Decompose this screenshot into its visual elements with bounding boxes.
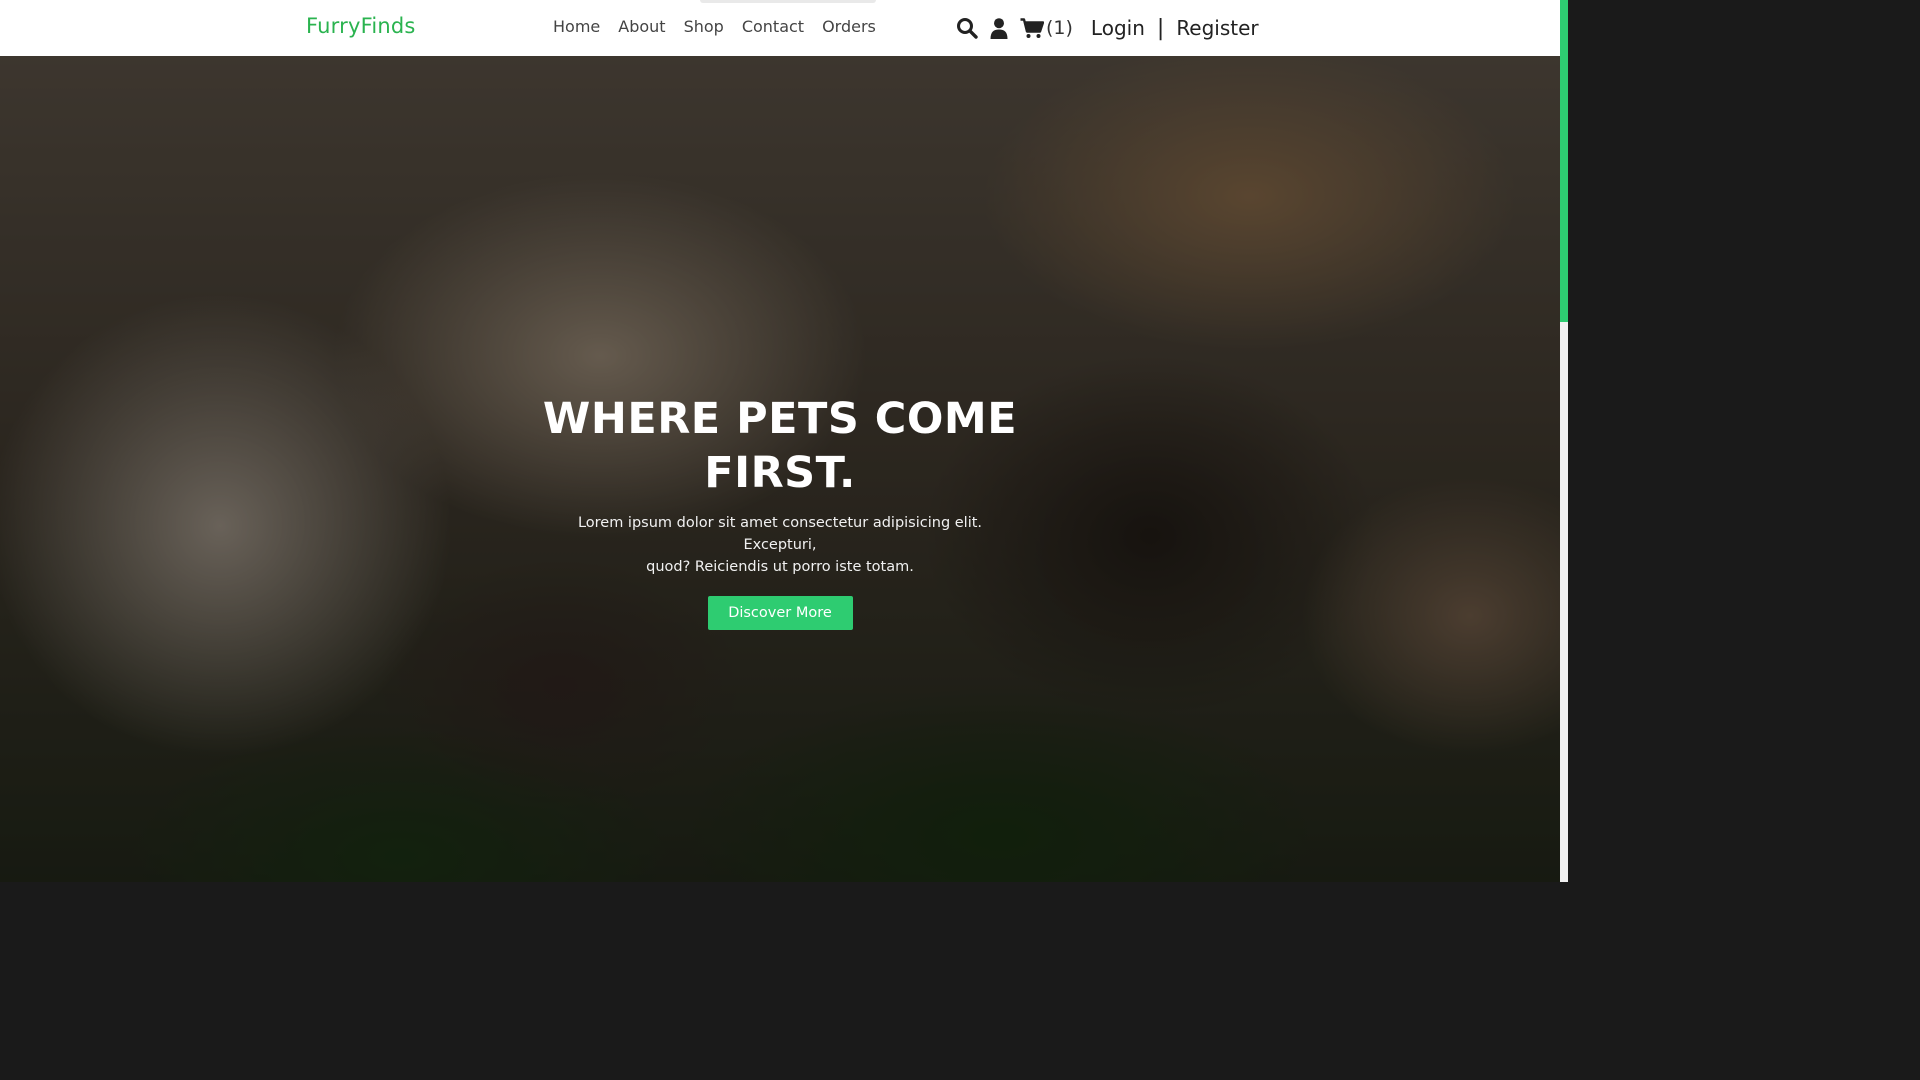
register-link[interactable]: Register (1176, 16, 1258, 40)
hero-title-line-2: FIRST. (704, 448, 856, 498)
user-icon[interactable] (989, 17, 1009, 39)
cart-icon[interactable] (1019, 17, 1044, 39)
cart-count-badge[interactable]: (1) (1046, 17, 1073, 39)
hero-description-line-2: quod? Reiciendis ut porro iste totam. (646, 559, 914, 575)
brand-logo[interactable]: FurryFinds (306, 14, 416, 38)
scrollbar-thumb[interactable] (1560, 0, 1568, 322)
hero-section: WHERE PETS COME FIRST. Lorem ipsum dolor… (0, 56, 1560, 882)
hero-description: Lorem ipsum dolor sit amet consectetur a… (550, 512, 1010, 578)
site-header: FurryFinds Home About Shop Contact Order… (0, 0, 1560, 56)
nav-orders[interactable]: Orders (822, 17, 876, 36)
main-nav: Home About Shop Contact Orders (553, 17, 876, 36)
auth-separator: | (1156, 15, 1165, 41)
nav-home[interactable]: Home (553, 17, 600, 36)
nav-active-indicator (700, 0, 876, 3)
hero-description-line-1: Lorem ipsum dolor sit amet consectetur a… (577, 515, 983, 553)
page: FurryFinds Home About Shop Contact Order… (0, 0, 1568, 882)
nav-contact[interactable]: Contact (742, 17, 804, 36)
nav-shop[interactable]: Shop (684, 17, 724, 36)
hero-title-line-1: WHERE PETS COME (542, 394, 1018, 444)
hero-title: WHERE PETS COME FIRST. (530, 392, 1030, 500)
hero-content: WHERE PETS COME FIRST. Lorem ipsum dolor… (530, 392, 1030, 630)
page-scrollbar[interactable] (1560, 0, 1568, 882)
discover-more-button[interactable]: Discover More (707, 596, 853, 630)
header-tools: (1) Login | Register (955, 14, 1259, 42)
search-icon[interactable] (955, 16, 979, 40)
nav-about[interactable]: About (618, 17, 665, 36)
login-link[interactable]: Login (1091, 16, 1145, 40)
